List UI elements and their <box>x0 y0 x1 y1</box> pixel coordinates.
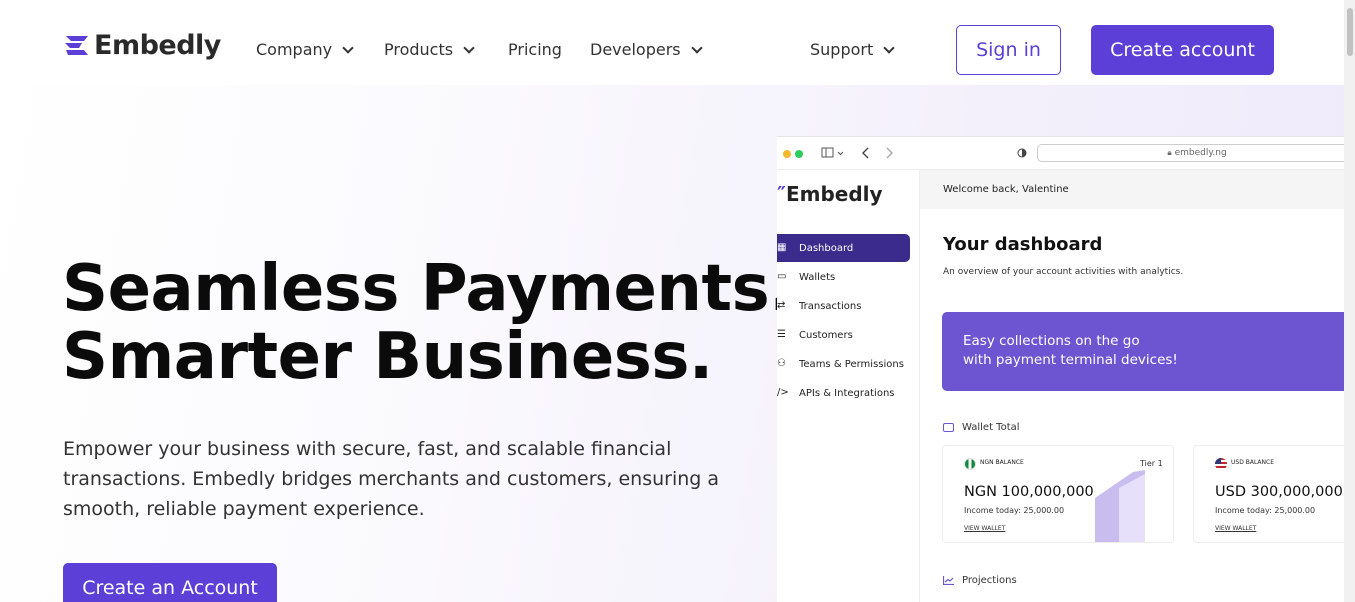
nav-support-label: Support <box>810 40 874 59</box>
ngn-balance-card[interactable]: NGN BALANCE Tier 1 NGN 100,000,000 Incom… <box>942 445 1174 543</box>
hero-subtext: Empower your business with secure, fast,… <box>63 438 720 520</box>
sidebar-item-label: APIs & Integrations <box>799 387 895 399</box>
forward-icon <box>886 147 893 159</box>
nigeria-flag-icon <box>964 458 976 470</box>
back-icon <box>862 147 869 159</box>
dashboard-title: Your dashboard <box>943 234 1103 255</box>
dashboard-main: Welcome back, Valentine Your dashboard A… <box>920 170 1344 602</box>
sign-in-button[interactable]: Sign in <box>956 25 1061 75</box>
dashboard-subtitle: An overview of your account activities w… <box>943 267 1184 277</box>
balance-label: USD BALANCE <box>1231 459 1275 466</box>
dashboard-logo-text: Embedly <box>785 182 883 206</box>
page-scrollbar[interactable] <box>1344 0 1355 602</box>
dashboard-sidebar: ″Embedly ▦ Dashboard ▭ Wallets ⇄ Transac… <box>777 170 920 602</box>
nav-products[interactable]: Products <box>384 40 475 59</box>
wallet-total-label: Wallet Total <box>962 422 1020 433</box>
sidebar-item-label: Customers <box>799 329 853 341</box>
income-today: Income today: 25,000.00 <box>1215 506 1316 515</box>
url-text: embedly.ng <box>1174 148 1227 158</box>
chevron-down-icon <box>690 41 703 54</box>
logo[interactable]: Embedly <box>62 30 221 61</box>
sidebar-item-label: Transactions <box>799 300 862 312</box>
nav-products-label: Products <box>384 40 454 59</box>
promo-banner[interactable]: Easy collections on the go with payment … <box>942 312 1344 391</box>
scrollbar-thumb[interactable] <box>1347 8 1353 56</box>
sidebar-item-transactions[interactable]: ⇄ Transactions <box>777 292 910 320</box>
income-today: Income today: 25,000.00 <box>964 506 1065 515</box>
sidebar-toggle-icon <box>821 147 844 158</box>
nav-pricing[interactable]: Pricing <box>508 40 562 59</box>
embedly-logo-icon <box>65 35 88 55</box>
sidebar-item-wallets[interactable]: ▭ Wallets <box>777 263 910 291</box>
create-account-button[interactable]: Create account <box>1091 25 1274 75</box>
chevron-down-icon <box>342 41 354 54</box>
tier-badge: Tier 1 <box>1140 459 1163 468</box>
banner-line-1: Easy collections on the go <box>963 333 1140 349</box>
sidebar-item-teams[interactable]: ⚇ Teams & Permissions <box>777 350 910 378</box>
chevron-down-icon <box>883 41 895 54</box>
sidebar-item-label: Wallets <box>799 271 836 283</box>
banner-line-2: with payment terminal devices! <box>963 352 1178 368</box>
welcome-bar: Welcome back, Valentine <box>920 170 1344 209</box>
embedly-logo-icon: ″ <box>777 182 786 206</box>
create-an-account-button[interactable]: Create an Account <box>63 563 277 602</box>
usd-balance-card[interactable]: USD BALANCE USD 300,000,000 Income today… <box>1193 445 1344 543</box>
logo-text: Embedly <box>94 30 221 61</box>
us-flag-icon <box>1215 458 1227 470</box>
code-icon: /> <box>777 387 789 398</box>
hero-headline: Seamless Payments. Smarter Business. <box>62 255 793 391</box>
transactions-icon: ⇄ <box>777 300 786 311</box>
projections-label: Projections <box>962 575 1017 586</box>
headline-line-2: Smarter Business. <box>62 320 713 394</box>
sidebar-item-dashboard[interactable]: ▦ Dashboard <box>777 234 910 262</box>
balance-amount: NGN 100,000,000 <box>964 484 1094 500</box>
sidebar-item-apis[interactable]: /> APIs & Integrations <box>777 379 910 407</box>
sidebar-item-label: Teams & Permissions <box>799 358 904 370</box>
sidebar-item-label: Dashboard <box>799 242 854 254</box>
nav-developers[interactable]: Developers <box>590 40 703 59</box>
nav-pricing-label: Pricing <box>508 40 562 59</box>
nav-support[interactable]: Support <box>810 40 895 59</box>
view-wallet-link[interactable]: VIEW WALLET <box>1215 525 1256 532</box>
url-bar: 🔒︎ embedly.ng <box>1037 144 1344 162</box>
team-icon: ⚇ <box>777 358 786 369</box>
window-dot-icon <box>795 150 803 158</box>
wallet-total-heading: Wallet Total <box>943 422 1020 433</box>
dashboard-logo: ″Embedly <box>777 182 883 206</box>
site-header: Embedly Company Products Pricing Develop… <box>0 0 1344 85</box>
balance-amount: USD 300,000,000 <box>1215 484 1343 500</box>
nav-developers-label: Developers <box>590 40 681 59</box>
browser-toolbar: 🔒︎ embedly.ng <box>777 137 1344 170</box>
grid-icon: ▦ <box>777 242 787 253</box>
wallet-icon: ▭ <box>777 271 787 282</box>
nav-company[interactable]: Company <box>256 40 354 59</box>
wallet-icon <box>943 423 954 432</box>
sidebar-item-customers[interactable]: ☰ Customers <box>777 321 910 349</box>
tier-graphic-icon <box>1095 470 1145 542</box>
headline-line-1: Seamless Payments. <box>62 252 793 326</box>
dashboard-preview: 🔒︎ embedly.ng ″Embedly ▦ Dashboard ▭ Wal… <box>777 136 1344 602</box>
view-wallet-link[interactable]: VIEW WALLET <box>964 525 1005 532</box>
balance-label: NGN BALANCE <box>980 459 1024 466</box>
lock-icon: 🔒︎ <box>1167 148 1172 157</box>
window-dot-icon <box>783 150 791 158</box>
chart-icon <box>943 576 954 585</box>
shield-icon <box>1017 148 1027 158</box>
nav-company-label: Company <box>256 40 333 59</box>
chevron-down-icon <box>463 41 475 54</box>
projections-heading: Projections <box>943 575 1017 586</box>
page: Embedly Company Products Pricing Develop… <box>0 0 1355 602</box>
customers-icon: ☰ <box>777 329 786 340</box>
